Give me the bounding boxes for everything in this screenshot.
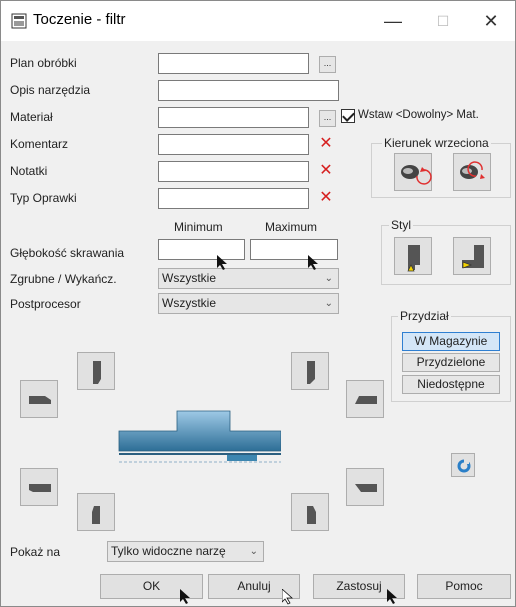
tool-shape-icon: [307, 506, 316, 524]
opis-input[interactable]: [158, 80, 339, 101]
right-hand-tool-icon: [462, 245, 484, 269]
tool-shape-icon: [307, 361, 315, 384]
notatki-clear-button[interactable]: ✕: [317, 162, 335, 180]
depth-max-input[interactable]: [250, 239, 338, 260]
postprocesor-select[interactable]: Wszystkie ⌄: [158, 293, 339, 314]
material-input[interactable]: [158, 107, 309, 128]
close-button[interactable]: ✕: [471, 7, 511, 35]
chevron-down-icon: ⌄: [324, 273, 333, 284]
tool-shape-icon: [355, 396, 377, 404]
tool-shape-icon: [29, 484, 51, 492]
tool-shape-icon: [355, 484, 377, 492]
part-preview-image: [118, 410, 281, 463]
wstaw-checkbox[interactable]: [341, 109, 355, 123]
minimize-button[interactable]: —: [373, 7, 413, 35]
tool-orient-5-button[interactable]: [20, 468, 58, 506]
style-left-button[interactable]: [394, 237, 432, 275]
arrow-cursor-icon: [180, 589, 190, 604]
spindle-cw-button[interactable]: [394, 153, 432, 191]
styl-title: Styl: [389, 218, 414, 232]
refresh-icon: [457, 459, 471, 473]
tool-shape-icon: [29, 396, 51, 404]
przydzielone-button[interactable]: Przydzielone: [402, 353, 500, 372]
przydzial-title: Przydział: [398, 309, 451, 323]
niedostepne-button[interactable]: Niedostępne: [402, 375, 500, 394]
spindle-ccw-button[interactable]: [453, 153, 491, 191]
tool-orient-7-button[interactable]: [291, 493, 329, 531]
title-bar: Toczenie - filtr — ☐ ✕: [1, 1, 515, 41]
material-label: Materiał: [10, 110, 53, 124]
plan-label: Plan obróbki: [10, 56, 77, 70]
tool-orient-1-button[interactable]: [77, 352, 115, 390]
spindle-ccw-icon: [460, 161, 485, 179]
tool-shape-icon: [93, 361, 101, 384]
chevron-down-icon: ⌄: [249, 546, 258, 557]
arrow-cursor-icon: [387, 589, 397, 604]
help-button[interactable]: Pomoc: [417, 574, 511, 599]
plan-browse-button[interactable]: ...: [319, 56, 336, 73]
tool-orient-3-button[interactable]: [291, 352, 329, 390]
left-hand-tool-icon: [407, 245, 420, 272]
style-right-button[interactable]: [453, 237, 491, 275]
tool-orient-4-button[interactable]: [346, 380, 384, 418]
maximize-button[interactable]: ☐: [423, 7, 463, 35]
dialog-icon: [11, 13, 27, 32]
postprocesor-value: Wszystkie: [162, 296, 216, 310]
tool-orient-6-button[interactable]: [77, 493, 115, 531]
arrow-cursor-icon: [282, 589, 294, 605]
typ-oprawki-label: Typ Oprawki: [10, 191, 77, 205]
depth-min-input[interactable]: [158, 239, 245, 260]
zgrubne-value: Wszystkie: [162, 271, 216, 285]
dialog-title: Toczenie - filtr: [33, 11, 126, 28]
typ-oprawki-clear-button[interactable]: ✕: [317, 189, 335, 207]
arrow-cursor-icon: [217, 255, 227, 270]
minimum-label: Minimum: [174, 220, 223, 234]
spindle-cw-icon: [401, 165, 432, 185]
notatki-input[interactable]: [158, 161, 309, 182]
material-browse-button[interactable]: ...: [319, 110, 336, 127]
notatki-label: Notatki: [10, 164, 48, 178]
tool-orient-2-button[interactable]: [20, 380, 58, 418]
chevron-down-icon: ⌄: [324, 298, 333, 309]
pokaz-value: Tylko widoczne narzę: [111, 544, 226, 558]
filter-dialog: Toczenie - filtr — ☐ ✕ Plan obróbki ... …: [0, 0, 516, 607]
depth-label: Głębokość skrawania: [10, 246, 125, 260]
komentarz-input[interactable]: [158, 134, 309, 155]
arrow-cursor-icon: [308, 255, 318, 270]
tool-orient-8-button[interactable]: [346, 468, 384, 506]
kierunek-title: Kierunek wrzeciona: [382, 136, 491, 150]
refresh-button[interactable]: [451, 453, 475, 477]
komentarz-clear-button[interactable]: ✕: [317, 135, 335, 153]
opis-label: Opis narzędzia: [10, 83, 91, 97]
tool-shape-icon: [92, 506, 100, 524]
pokaz-label: Pokaż na: [10, 545, 61, 559]
plan-input[interactable]: [158, 53, 309, 74]
maximum-label: Maximum: [265, 220, 318, 234]
wstaw-label: Wstaw <Dowolny> Mat.: [358, 109, 479, 121]
zgrubne-select[interactable]: Wszystkie ⌄: [158, 268, 339, 289]
pokaz-select[interactable]: Tylko widoczne narzę ⌄: [107, 541, 264, 562]
typ-oprawki-input[interactable]: [158, 188, 309, 209]
zgrubne-label: Zgrubne / Wykańcz.: [10, 272, 117, 286]
komentarz-label: Komentarz: [10, 137, 69, 151]
postprocesor-label: Postprocesor: [10, 297, 81, 311]
w-magazynie-button[interactable]: W Magazynie: [402, 332, 500, 351]
